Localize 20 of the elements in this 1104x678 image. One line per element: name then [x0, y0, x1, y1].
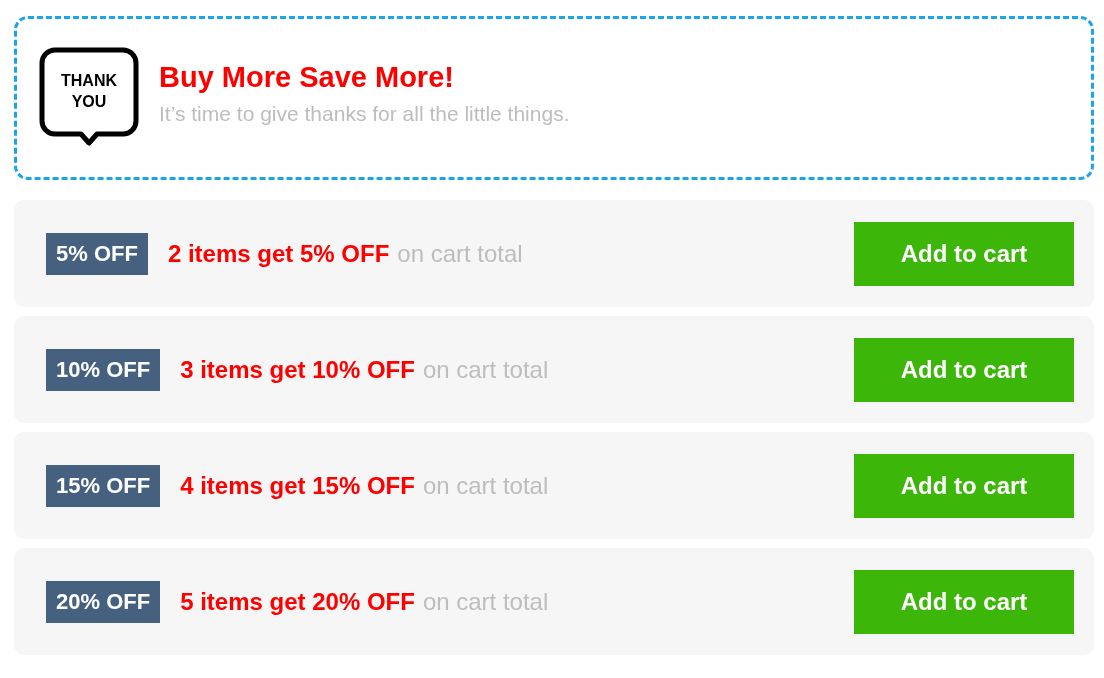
discount-badge: 20% OFF — [46, 580, 161, 623]
add-to-cart-button[interactable]: Add to cart — [854, 569, 1074, 634]
speech-bubble-icon — [39, 47, 139, 147]
banner-title: Buy More Save More! — [159, 60, 455, 94]
banner-subtitle: It’s time to give thanks for all the little things. — [159, 101, 570, 126]
discount-badge: 5% OFF — [46, 232, 148, 275]
offer-note: on cart total — [422, 471, 549, 500]
offer-title: 5 items get 20% OFF — [180, 587, 415, 616]
add-to-cart-button[interactable]: Add to cart — [854, 221, 1074, 286]
offer-title: 4 items get 15% OFF — [180, 471, 415, 500]
offer-title: 2 items get 5% OFF — [167, 239, 390, 268]
offer-note: on cart total — [422, 355, 549, 384]
offer-note: on cart total — [422, 587, 549, 616]
discount-badge: 15% OFF — [46, 464, 161, 507]
add-to-cart-button[interactable]: Add to cart — [854, 337, 1074, 402]
offer-title: 3 items get 10% OFF — [180, 355, 415, 384]
discount-badge: 10% OFF — [46, 348, 161, 391]
add-to-cart-button[interactable]: Add to cart — [854, 453, 1074, 518]
bubble-text: THANK YOU — [60, 71, 118, 112]
offer-note: on cart total — [397, 239, 523, 268]
